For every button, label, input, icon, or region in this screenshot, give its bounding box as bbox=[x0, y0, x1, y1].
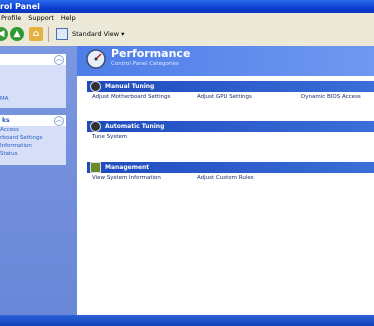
sidebar-panel-1: ︿ MA bbox=[0, 54, 66, 108]
sidebar-panel-2: ks ︿ Access rboard Settings Information … bbox=[0, 115, 66, 165]
collapse-chevron-icon[interactable]: ︿ bbox=[54, 55, 64, 65]
adjust-custom-rules-link[interactable]: Adjust Custom Rules bbox=[197, 175, 254, 181]
section-header: Automatic Tuning bbox=[87, 121, 374, 132]
chart-icon bbox=[90, 162, 101, 173]
section-manual-tuning: Manual Tuning Adjust Motherboard Setting… bbox=[87, 81, 374, 102]
section-header: Manual Tuning bbox=[87, 81, 374, 92]
section-title: Management bbox=[105, 164, 150, 171]
toolbar-separator bbox=[48, 27, 49, 42]
home-icon[interactable]: ⌂ bbox=[29, 27, 43, 41]
sidebar-panel-1-header[interactable]: ︿ bbox=[0, 54, 66, 65]
dynamic-bios-access-link[interactable]: Dynamic BIOS Access bbox=[301, 94, 361, 100]
adjust-motherboard-settings-link[interactable]: Adjust Motherboard Settings bbox=[92, 94, 171, 100]
performance-icon bbox=[86, 49, 106, 69]
tune-system-link[interactable]: Tune System bbox=[92, 134, 127, 140]
sidebar-panel-2-title: ks bbox=[2, 117, 10, 124]
menu-bar: Profile Support Help bbox=[0, 13, 374, 23]
back-icon[interactable]: ◀ bbox=[0, 27, 8, 41]
sidebar-panel-2-header[interactable]: ks ︿ bbox=[0, 115, 66, 126]
page-subtitle: Control Panel Categories bbox=[111, 61, 179, 67]
main-content: Performance Control Panel Categories Man… bbox=[77, 46, 374, 315]
collapse-chevron-icon[interactable]: ︿ bbox=[54, 116, 64, 126]
section-title: Automatic Tuning bbox=[105, 123, 165, 130]
sidebar-item-information[interactable]: Information bbox=[0, 142, 66, 150]
adjust-gpu-settings-link[interactable]: Adjust GPU Settings bbox=[197, 94, 252, 100]
section-automatic-tuning: Automatic Tuning Tune System bbox=[87, 121, 374, 142]
standard-view-button[interactable]: Standard View ▾ bbox=[54, 27, 134, 42]
grid-view-icon bbox=[56, 28, 68, 40]
section-header: Management bbox=[87, 162, 374, 173]
sidebar-item-access[interactable]: Access bbox=[0, 126, 66, 134]
menu-help[interactable]: Help bbox=[60, 13, 77, 23]
menu-support[interactable]: Support bbox=[27, 13, 55, 23]
sidebar-item-ma[interactable]: MA bbox=[0, 95, 66, 103]
title-bar: rol Panel bbox=[0, 0, 374, 13]
page-title: Performance bbox=[111, 47, 191, 60]
sidebar: ︿ MA ks ︿ Access rboard Settings Informa… bbox=[0, 46, 77, 315]
toolbar: ◀ ▲ ⌂ Standard View ▾ bbox=[0, 23, 374, 47]
view-system-information-link[interactable]: View System Information bbox=[92, 175, 161, 181]
category-header: Performance Control Panel Categories bbox=[77, 46, 374, 76]
section-management: Management View System Information Adjus… bbox=[87, 162, 374, 183]
gauge-icon bbox=[90, 81, 101, 92]
window-title: rol Panel bbox=[0, 2, 40, 11]
forward-icon[interactable]: ▲ bbox=[10, 27, 24, 41]
sidebar-item-motherboard-settings[interactable]: rboard Settings bbox=[0, 134, 66, 142]
sidebar-item-status[interactable]: Status bbox=[0, 150, 66, 158]
standard-view-label: Standard View bbox=[72, 30, 120, 38]
section-title: Manual Tuning bbox=[105, 83, 155, 90]
menu-profile[interactable]: Profile bbox=[0, 13, 22, 23]
gauge-icon bbox=[90, 121, 101, 132]
window-bottom-border bbox=[0, 315, 374, 326]
